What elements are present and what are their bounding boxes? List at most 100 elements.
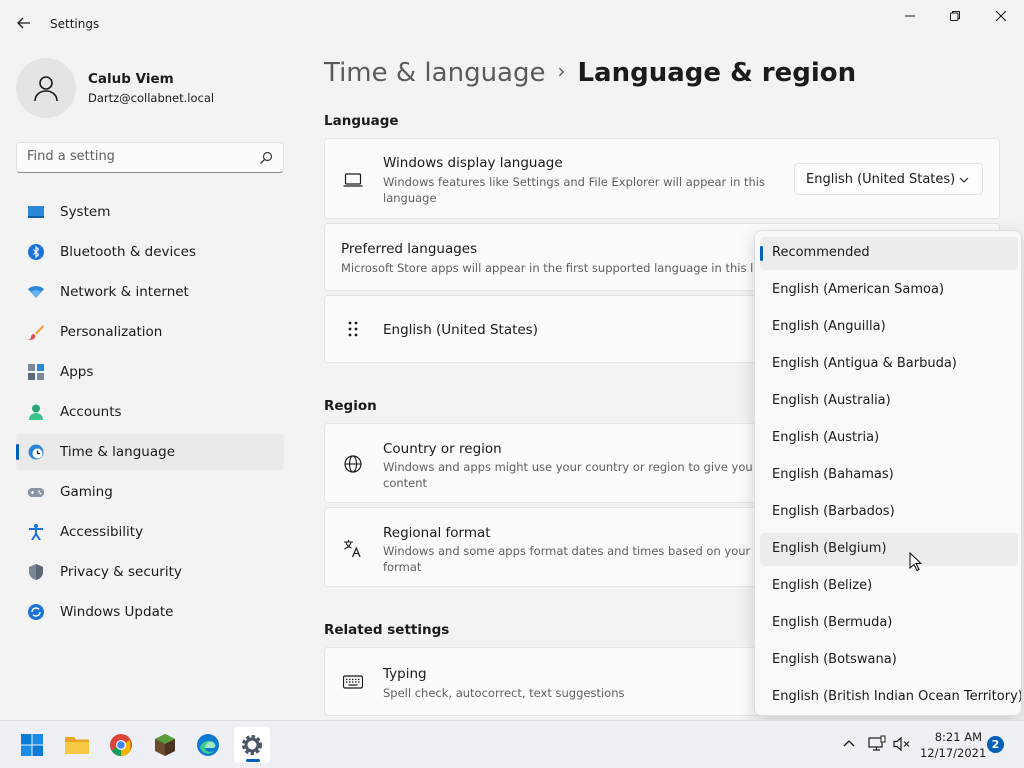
edge-icon bbox=[197, 734, 219, 756]
avatar[interactable] bbox=[16, 58, 76, 118]
sidebar-item-label: Windows Update bbox=[60, 604, 174, 620]
search-box[interactable] bbox=[16, 142, 284, 173]
dropdown-option[interactable]: English (Barbados) bbox=[760, 496, 1018, 529]
option-label: English (American Samoa) bbox=[772, 282, 945, 297]
taskbar-chrome[interactable] bbox=[103, 727, 139, 763]
taskbar-file-explorer[interactable] bbox=[59, 727, 95, 763]
option-label: Recommended bbox=[772, 245, 870, 260]
breadcrumb: Time & language › Language & region bbox=[324, 58, 856, 88]
taskbar-minecraft[interactable] bbox=[147, 727, 183, 763]
mouse-cursor-icon bbox=[909, 552, 923, 572]
restore-button[interactable] bbox=[940, 8, 970, 24]
taskbar-edge[interactable] bbox=[190, 727, 226, 763]
monitor-icon bbox=[28, 206, 44, 218]
search-icon[interactable] bbox=[259, 151, 273, 165]
volume-muted-icon[interactable] bbox=[893, 735, 911, 753]
installed-language-label: English (United States) bbox=[383, 322, 538, 338]
apps-icon bbox=[28, 364, 44, 380]
option-label: English (Belize) bbox=[772, 578, 873, 593]
dropdown-option[interactable]: English (American Samoa) bbox=[760, 274, 1018, 307]
sidebar-item-personalization[interactable]: Personalization bbox=[16, 314, 284, 350]
update-icon bbox=[28, 604, 44, 620]
user-icon bbox=[34, 76, 58, 102]
option-label: English (Anguilla) bbox=[772, 319, 886, 334]
sidebar-item-label: Network & internet bbox=[60, 284, 189, 300]
option-label: English (Australia) bbox=[772, 393, 891, 408]
minimize-icon bbox=[905, 15, 915, 17]
wifi-icon bbox=[28, 286, 44, 298]
section-title-related: Related settings bbox=[324, 622, 450, 638]
dropdown-option[interactable]: English (Austria) bbox=[760, 422, 1018, 455]
dropdown-option[interactable]: English (British Indian Ocean Territory) bbox=[760, 681, 1021, 714]
dropdown-option[interactable]: English (Belize) bbox=[760, 570, 1018, 603]
dropdown-option-recommended[interactable]: Recommended bbox=[760, 237, 1018, 270]
sidebar-item-apps[interactable]: Apps bbox=[16, 354, 284, 390]
section-title-language: Language bbox=[324, 113, 399, 129]
sidebar-nav: System Bluetooth & devices Network & int… bbox=[16, 194, 284, 634]
sidebar-item-label: Accounts bbox=[60, 404, 122, 420]
card-desc: content bbox=[383, 476, 428, 490]
person-icon bbox=[29, 404, 43, 420]
display-language-dropdown[interactable]: English (United States) bbox=[794, 163, 983, 195]
taskbar-settings[interactable] bbox=[234, 727, 270, 763]
sidebar-item-time-language[interactable]: Time & language bbox=[16, 434, 284, 470]
language-dropdown-list[interactable]: Recommended English (American Samoa) Eng… bbox=[754, 230, 1022, 716]
globe-icon bbox=[344, 455, 362, 473]
sidebar-item-privacy[interactable]: Privacy & security bbox=[16, 554, 284, 590]
brush-icon bbox=[28, 325, 44, 340]
card-desc: Microsoft Store apps will appear in the … bbox=[341, 261, 767, 275]
chevron-up-icon[interactable] bbox=[840, 735, 858, 753]
dropdown-value: English (United States) bbox=[806, 172, 956, 187]
accessibility-icon bbox=[29, 524, 43, 540]
sidebar-item-label: Bluetooth & devices bbox=[60, 244, 197, 260]
shield-icon bbox=[29, 564, 43, 580]
option-label: English (Belgium) bbox=[772, 541, 887, 556]
sidebar-item-label: System bbox=[60, 204, 111, 220]
notification-badge[interactable]: 2 bbox=[987, 736, 1004, 753]
minecraft-icon bbox=[155, 734, 175, 756]
dropdown-option-hovered[interactable]: English (Belgium) bbox=[760, 533, 1018, 566]
card-desc: Windows and some apps format dates and t… bbox=[383, 544, 784, 558]
network-icon[interactable] bbox=[868, 735, 886, 753]
close-button[interactable] bbox=[986, 8, 1016, 24]
drag-handle-icon[interactable] bbox=[343, 320, 363, 340]
option-label: English (Bermuda) bbox=[772, 615, 893, 630]
start-button[interactable] bbox=[14, 727, 50, 763]
bluetooth-icon bbox=[28, 244, 44, 260]
sidebar-item-accounts[interactable]: Accounts bbox=[16, 394, 284, 430]
card-desc: language bbox=[383, 191, 437, 205]
breadcrumb-parent[interactable]: Time & language bbox=[324, 58, 545, 88]
section-title-region: Region bbox=[324, 398, 377, 414]
sidebar-item-system[interactable]: System bbox=[16, 194, 284, 230]
sidebar-item-bluetooth[interactable]: Bluetooth & devices bbox=[16, 234, 284, 270]
dropdown-option[interactable]: English (Bermuda) bbox=[760, 607, 1018, 640]
search-input[interactable] bbox=[27, 149, 247, 164]
dropdown-option[interactable]: English (Botswana) bbox=[760, 644, 1018, 677]
sidebar-item-label: Time & language bbox=[60, 444, 176, 460]
page-title: Language & region bbox=[577, 58, 857, 88]
sidebar-item-windows-update[interactable]: Windows Update bbox=[16, 594, 284, 630]
keyboard-icon bbox=[343, 675, 363, 689]
clock-time[interactable]: 8:21 AM bbox=[932, 730, 982, 744]
display-language-card[interactable]: Windows display language Windows feature… bbox=[324, 138, 1000, 219]
close-icon bbox=[995, 10, 1007, 22]
option-label: English (Barbados) bbox=[772, 504, 895, 519]
option-label: English (Austria) bbox=[772, 430, 880, 445]
option-label: English (British Indian Ocean Territory) bbox=[772, 689, 1022, 704]
back-button[interactable] bbox=[14, 13, 34, 33]
user-email: Dartz@collabnet.local bbox=[88, 91, 215, 105]
chevron-down-icon bbox=[959, 177, 969, 183]
dropdown-option[interactable]: English (Bahamas) bbox=[760, 459, 1018, 492]
dropdown-option[interactable]: English (Anguilla) bbox=[760, 311, 1018, 344]
sidebar-item-accessibility[interactable]: Accessibility bbox=[16, 514, 284, 550]
minimize-button[interactable] bbox=[895, 8, 925, 24]
dropdown-option[interactable]: English (Antigua & Barbuda) bbox=[760, 348, 1018, 381]
language-format-icon bbox=[344, 540, 361, 558]
sidebar-item-gaming[interactable]: Gaming bbox=[16, 474, 284, 510]
sidebar-item-network[interactable]: Network & internet bbox=[16, 274, 284, 310]
dropdown-option[interactable]: English (Australia) bbox=[760, 385, 1018, 418]
clock-date[interactable]: 12/17/2021 bbox=[920, 746, 986, 760]
card-desc: Spell check, autocorrect, text suggestio… bbox=[383, 686, 625, 700]
title-bar: Settings bbox=[0, 0, 1024, 48]
clock-globe-icon bbox=[28, 444, 44, 460]
